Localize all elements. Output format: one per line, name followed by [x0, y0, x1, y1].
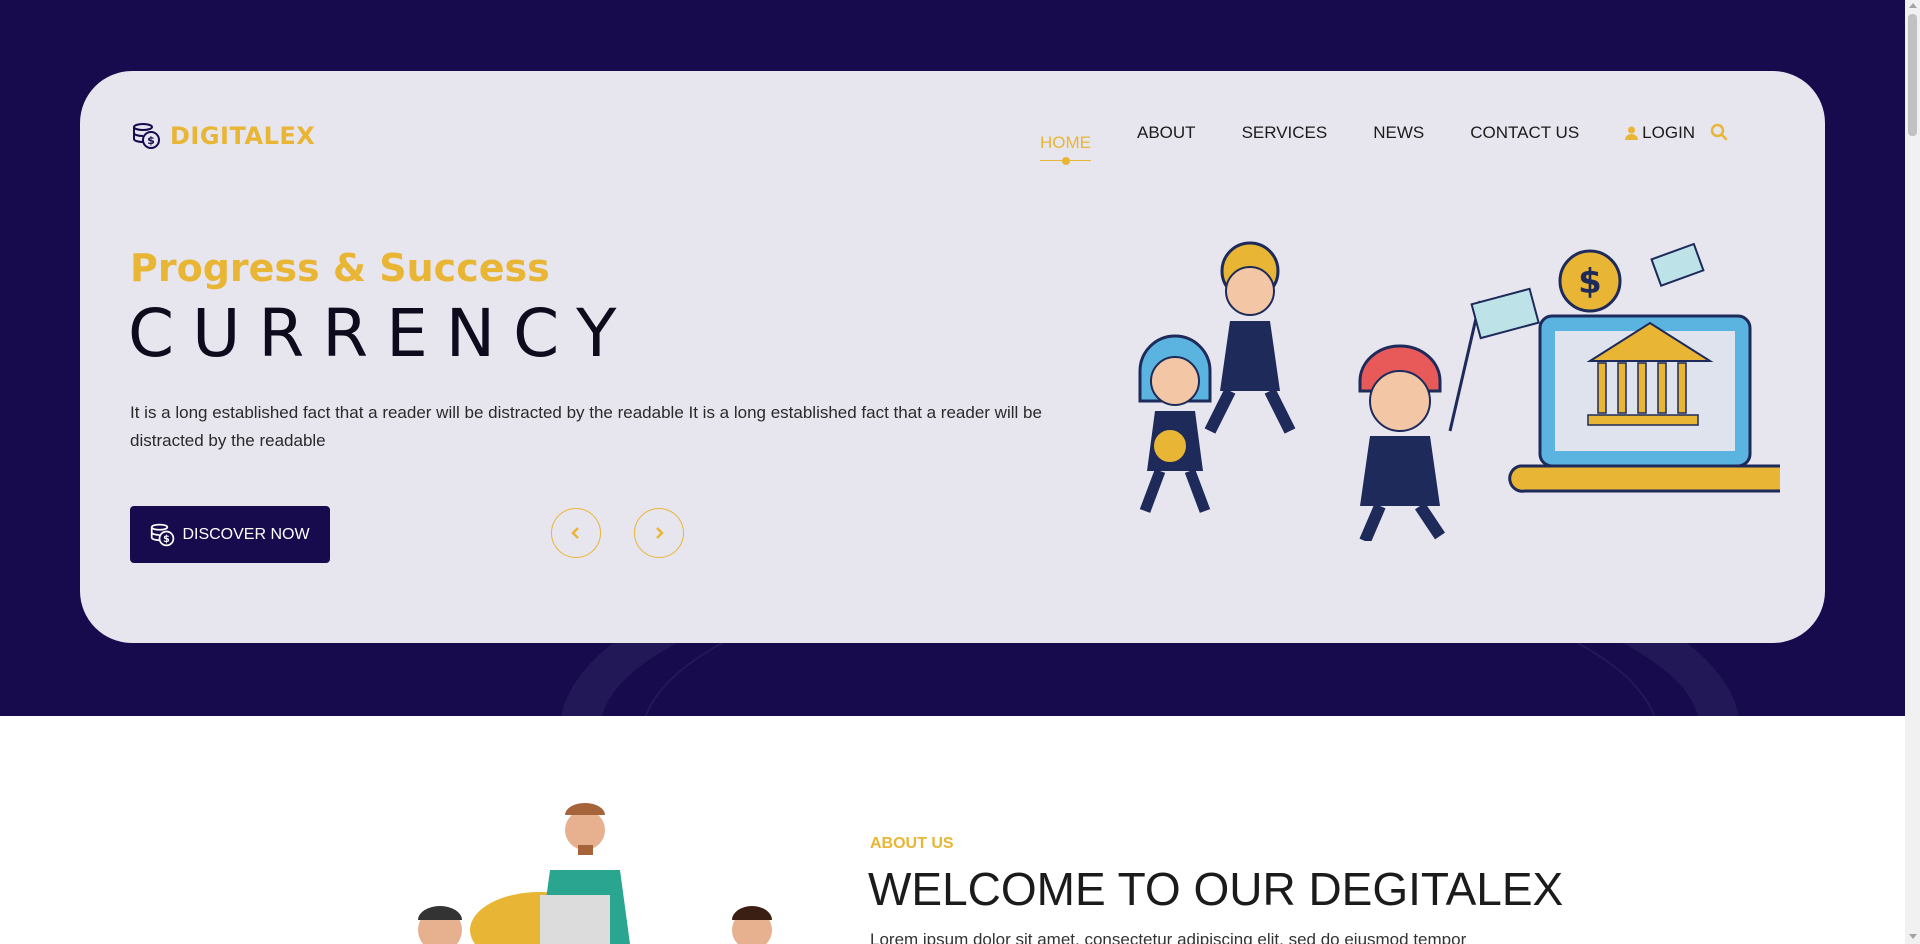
- coin-stack-icon: $: [151, 523, 175, 546]
- nav-item-contact[interactable]: CONTACT US: [1470, 123, 1579, 143]
- scroll-up-arrow[interactable]: [1909, 3, 1917, 8]
- main-nav: HOME ABOUT SERVICES NEWS CONTACT US LOGI…: [1040, 123, 1741, 165]
- slider-next-button[interactable]: [634, 508, 684, 558]
- about-illustration: [418, 803, 772, 944]
- search-icon: [1710, 123, 1728, 141]
- login-label: LOGIN: [1642, 123, 1696, 142]
- svg-text:$: $: [1578, 262, 1602, 302]
- user-icon: [1625, 126, 1639, 140]
- nav-item-news[interactable]: NEWS: [1373, 123, 1424, 143]
- nav-item-home[interactable]: HOME: [1040, 133, 1091, 165]
- hero-card: $ DIGITALEX HOME ABOUT SERVICES NEWS CON…: [80, 71, 1825, 643]
- hero-illustration: $: [1138, 241, 1780, 541]
- active-dot: [1061, 157, 1070, 165]
- scroll-down-arrow[interactable]: [1909, 934, 1917, 939]
- scrollbar-track[interactable]: [1905, 0, 1920, 944]
- about-text: Lorem ipsum dolor sit amet, consectetur …: [870, 930, 1467, 944]
- brand-logo[interactable]: $ DIGITALEX: [132, 121, 315, 151]
- nav-item-login[interactable]: LOGIN: [1625, 123, 1695, 143]
- discover-now-label: DISCOVER NOW: [182, 525, 310, 543]
- nav-item-services[interactable]: SERVICES: [1242, 123, 1328, 143]
- coin-stack-icon: $: [133, 123, 160, 149]
- chevron-left-icon: [571, 527, 579, 539]
- about-label: ABOUT US: [870, 835, 954, 852]
- search-button[interactable]: [1710, 123, 1728, 146]
- chevron-right-icon: [656, 527, 664, 539]
- nav-item-label: HOME: [1040, 133, 1091, 152]
- slider-prev-button[interactable]: [551, 508, 601, 558]
- brand-name: DIGITALEX: [170, 122, 316, 150]
- hero-headline: CURRENCY: [128, 295, 635, 372]
- hero-description: It is a long established fact that a rea…: [130, 403, 1042, 450]
- svg-text:$: $: [147, 134, 155, 147]
- scrollbar-thumb[interactable]: [1908, 14, 1917, 136]
- hero-subtitle: Progress & Success: [130, 246, 550, 290]
- about-title: WELCOME TO OUR DEGITALEX: [868, 863, 1564, 915]
- svg-text:$: $: [164, 533, 171, 544]
- nav-item-about[interactable]: ABOUT: [1137, 123, 1196, 143]
- discover-now-button[interactable]: $ DISCOVER NOW: [130, 506, 330, 563]
